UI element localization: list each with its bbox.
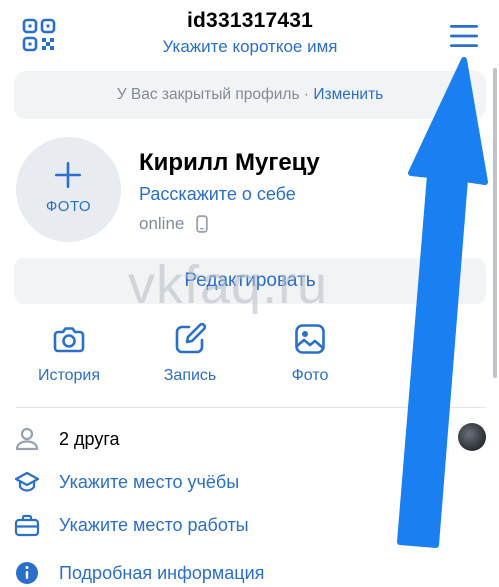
qr-code-icon[interactable] <box>22 18 56 52</box>
info-icon <box>16 562 38 584</box>
edit-icon <box>175 322 207 354</box>
camera-icon <box>53 327 85 353</box>
change-privacy-link[interactable]: Изменить <box>313 86 383 103</box>
page-title: id331317431 <box>187 9 313 32</box>
section-divider <box>16 407 486 408</box>
friends-count: 2 друга <box>59 429 120 449</box>
profile-name: Кирилл Мугецу <box>139 149 320 176</box>
action-photo-label: Фото <box>291 367 329 384</box>
action-photo[interactable]: Фото <box>255 322 365 385</box>
action-clip[interactable]: Клип <box>374 322 484 385</box>
briefcase-icon <box>14 514 40 537</box>
work-row[interactable]: Укажите место работы <box>14 511 474 539</box>
details-row[interactable]: Подробная информация <box>14 559 474 587</box>
work-link: Укажите место работы <box>59 515 249 535</box>
online-status: online <box>139 214 185 233</box>
clip-icon <box>414 324 444 354</box>
avatar-label: ФОТО <box>45 198 92 215</box>
phone-icon <box>196 215 208 233</box>
action-post[interactable]: Запись <box>135 322 245 385</box>
edit-profile-button[interactable]: Редактировать <box>14 258 486 304</box>
education-link: Укажите место учёбы <box>59 472 240 492</box>
profile-actions: История Запись Фото Клип <box>0 322 499 392</box>
person-icon <box>15 427 39 451</box>
about-link[interactable]: Расскажите о себе <box>139 182 296 206</box>
action-story[interactable]: История <box>14 322 124 385</box>
menu-icon[interactable] <box>447 22 481 50</box>
plus-icon <box>55 162 81 188</box>
avatar-upload[interactable]: ФОТО <box>16 137 121 242</box>
closed-profile-banner: У Вас закрытый профиль · Изменить <box>14 71 486 119</box>
friend-avatar[interactable] <box>458 423 486 451</box>
image-icon <box>295 324 325 354</box>
action-story-label: История <box>37 367 101 384</box>
closed-profile-text: У Вас закрытый профиль · <box>116 86 314 103</box>
action-post-label: Запись <box>163 367 217 384</box>
details-link: Подробная информация <box>59 563 265 583</box>
friends-row[interactable]: 2 друга <box>14 425 474 453</box>
profile-header: id331317431 Укажите короткое имя <box>0 0 499 64</box>
education-row[interactable]: Укажите место учёбы <box>14 468 474 496</box>
graduation-cap-icon <box>14 471 40 492</box>
scrollbar[interactable] <box>493 68 497 378</box>
short-name-link[interactable]: Укажите короткое имя <box>100 36 400 58</box>
action-clip-label: Клип <box>410 367 448 384</box>
header-title-block: id331317431 Укажите короткое имя <box>100 8 400 58</box>
